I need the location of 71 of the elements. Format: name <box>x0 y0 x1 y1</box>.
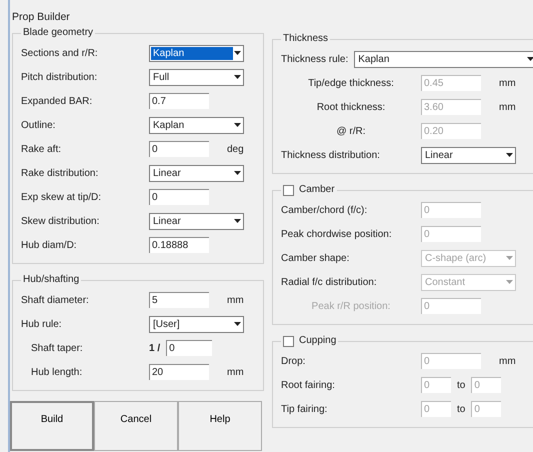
unit-label: mm <box>227 366 244 378</box>
group-title: Hub/shafting <box>23 274 80 286</box>
unit-label: mm <box>499 102 516 112</box>
field-label: Peak chordwise position: <box>281 228 393 240</box>
unit-label: mm <box>499 78 516 88</box>
field-label: Expanded BAR: <box>21 96 94 106</box>
checkbox[interactable] <box>283 336 294 346</box>
input-field[interactable]: 0.7 <box>149 93 209 109</box>
dropdown[interactable]: Linear <box>149 164 244 182</box>
dropdown-value: Constant <box>424 276 466 288</box>
dropdown-value: Kaplan <box>151 46 233 60</box>
field-label: Drop: <box>281 356 306 366</box>
dropdown[interactable]: Kaplan <box>149 116 244 134</box>
field-label: Sections and r/R: <box>21 48 99 58</box>
range-label: to <box>457 380 466 390</box>
group-title: Blade geometry <box>23 27 94 39</box>
field-label: Camber shape: <box>281 252 350 264</box>
field-label: Hub length: <box>30 366 84 378</box>
group-title: Camber <box>299 184 335 196</box>
dropdown[interactable]: [User] <box>149 316 244 332</box>
dropdown-value: Kaplan <box>357 52 390 66</box>
dropdown[interactable]: Full <box>149 68 244 86</box>
field-label: Root thickness: <box>316 102 386 112</box>
field-label: Radial f/c distribution: <box>281 276 378 288</box>
field-label: Pitch distribution: <box>21 72 98 82</box>
dropdown[interactable]: Kaplan <box>354 50 533 68</box>
field-label: @ r/R: <box>335 126 367 136</box>
input-field[interactable]: 0.18888 <box>149 237 209 253</box>
window-title: Prop Builder <box>12 10 71 25</box>
dialog-button[interactable]: Build <box>10 401 94 451</box>
dropdown-value: [User] <box>152 318 181 330</box>
dropdown-value: Linear <box>152 166 182 180</box>
dropdown-value: Full <box>152 70 170 84</box>
field-label: Outline: <box>21 120 56 130</box>
field-label: Thickness distribution: <box>281 150 381 160</box>
unit-label: mm <box>227 294 244 306</box>
dialog-button[interactable]: Cancel <box>94 401 178 451</box>
field-label: Tip/edge thickness: <box>307 78 395 88</box>
field-label: Shaft taper: <box>30 342 84 354</box>
input-field[interactable]: 0 <box>149 141 209 157</box>
checkbox[interactable] <box>283 184 294 196</box>
field-label: Camber/chord (f/c): <box>281 204 368 216</box>
input-field[interactable]: 20 <box>149 364 209 380</box>
field-label: Root fairing: <box>281 380 336 390</box>
field-label: Rake distribution: <box>21 168 100 178</box>
field-label: Rake aft: <box>21 144 62 154</box>
group-title: Cupping <box>299 335 336 347</box>
unit-label: deg <box>227 144 244 154</box>
dialog-button[interactable]: Help <box>178 401 262 451</box>
input-field[interactable]: 5 <box>149 292 209 308</box>
ratio-label: 1 / <box>149 342 160 354</box>
dropdown-value: Linear <box>152 214 182 228</box>
field-label: Hub rule: <box>21 318 63 330</box>
dropdown[interactable]: Kaplan <box>149 44 244 62</box>
field-label: Thickness rule: <box>281 54 348 64</box>
field-label: Skew distribution: <box>21 216 100 226</box>
field-label: Shaft diameter: <box>21 294 90 306</box>
dropdown-value: Kaplan <box>152 118 186 132</box>
unit-label: mm <box>499 356 516 366</box>
field-label: Tip fairing: <box>281 404 328 414</box>
input-field[interactable]: 0 <box>166 340 212 356</box>
dropdown[interactable]: Linear <box>149 212 244 230</box>
input-field[interactable]: 0 <box>149 189 209 205</box>
field-label: Hub diam/D: <box>21 240 78 250</box>
dropdown-value: Linear <box>424 148 454 162</box>
group-title: Thickness <box>283 33 328 45</box>
range-label: to <box>457 404 466 414</box>
dropdown-value: C-shape (arc) <box>424 252 488 264</box>
field-label: Peak r/R position: <box>310 300 392 312</box>
field-label: Exp skew at tip/D: <box>21 192 102 202</box>
dropdown[interactable]: Linear <box>421 146 516 164</box>
